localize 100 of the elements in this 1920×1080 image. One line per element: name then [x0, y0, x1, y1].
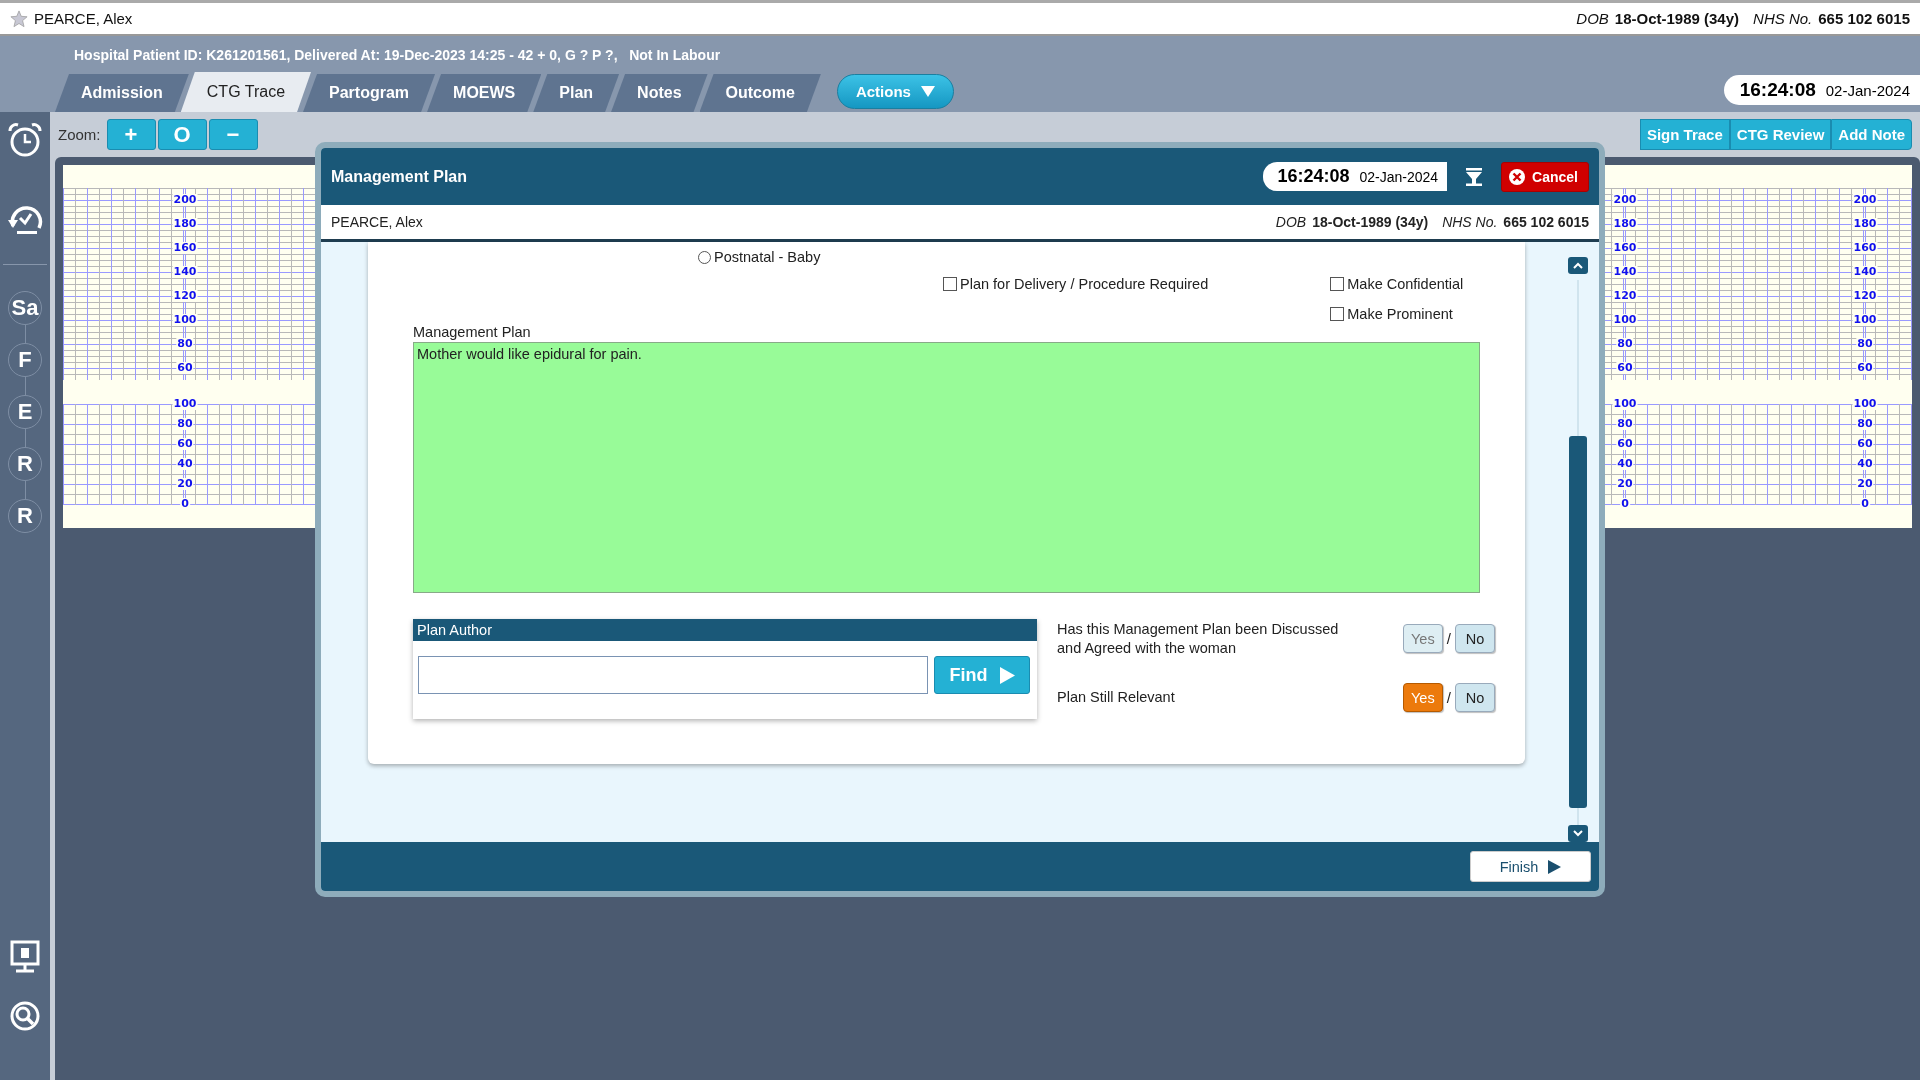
scale-label: 160 [172, 242, 198, 254]
zoom-button[interactable]: + [106, 119, 156, 150]
patient-info: Hospital Patient ID: K261201561, Delivered At: 19-Dec-2023 14:25 - 42 + 0, G ? P ?, Not In Labour [73, 46, 722, 65]
play-icon [999, 666, 1015, 684]
scroll-down-button[interactable] [1568, 824, 1588, 842]
presentation-board-icon[interactable] [10, 940, 40, 974]
find-button[interactable]: Find [934, 656, 1030, 694]
finish-button[interactable]: Finish [1470, 851, 1591, 882]
scale-label: 20 [1616, 478, 1634, 490]
clock: 16:24:08 02-Jan-2024 [1723, 75, 1920, 105]
actions-button[interactable]: Actions [836, 74, 954, 109]
star-icon [10, 9, 28, 28]
field-label: Management Plan [413, 324, 532, 340]
scale-label: 160 [1612, 242, 1638, 254]
search-icon[interactable] [9, 1000, 41, 1032]
scale-label: 100 [1612, 398, 1638, 410]
nhs-label: NHS No. [1753, 10, 1813, 27]
zoom-button[interactable]: O [157, 119, 207, 150]
checkbox[interactable] [943, 277, 957, 291]
nhs-label: NHS No. [1442, 214, 1498, 230]
scale-label: 200 [1612, 194, 1638, 206]
scale-label: 120 [172, 290, 198, 302]
nhs-value: 665 102 6015 [1818, 10, 1910, 27]
tab[interactable]: Plan [533, 74, 620, 112]
scale-label: 20 [176, 478, 194, 490]
scale-label: 60 [1616, 362, 1634, 374]
cancel-button[interactable]: Cancel [1501, 161, 1589, 192]
tab[interactable]: Partogram [303, 74, 436, 112]
scale-label: 60 [1616, 438, 1634, 450]
scale-label: 60 [176, 438, 194, 450]
toolbar-button[interactable]: Add Note [1831, 119, 1912, 150]
checkbox-label: Plan for Delivery / Procedure Required [960, 276, 1209, 292]
checkbox-label: Make Confidential [1347, 276, 1464, 292]
scale-label: 0 [180, 498, 190, 510]
scale-label: 140 [1612, 266, 1638, 278]
toolbar-button[interactable]: CTG Review [1729, 119, 1832, 150]
dob-value: 18-Oct-1989 (34y) [1614, 10, 1740, 27]
scale-label: 100 [172, 398, 198, 410]
scale-label: 140 [1852, 266, 1878, 278]
scale-label: 140 [172, 266, 198, 278]
scale-label: 100 [1852, 398, 1878, 410]
dob-value: 18-Oct-1989 (34y) [1312, 214, 1429, 230]
scale-label: 180 [1612, 218, 1638, 230]
question-text: Has this Management Plan been Discussed and Agreed with the woman [1057, 619, 1340, 658]
clock: 16:24:08 02-Jan-2024 [1263, 162, 1448, 191]
scale-label: 80 [1616, 338, 1634, 350]
close-icon [1508, 167, 1527, 186]
plan-text-area[interactable]: Mother would like epidural for pain. [413, 342, 1480, 593]
separator: / [1446, 630, 1451, 648]
author-field[interactable] [418, 656, 928, 694]
scale-label: 160 [1852, 242, 1878, 254]
tab[interactable]: MOEWS [427, 74, 542, 112]
scale-label: 100 [172, 314, 198, 326]
checkbox[interactable] [1330, 277, 1345, 291]
scale-label: 80 [1856, 338, 1874, 350]
scale-label: 80 [176, 418, 194, 430]
scale-label: 40 [1856, 458, 1874, 470]
toolbar-button[interactable]: Sign Trace [1639, 119, 1730, 150]
choice-button[interactable]: No [1455, 624, 1495, 654]
checkbox[interactable] [1330, 307, 1345, 321]
history-icon[interactable] [7, 204, 43, 236]
scale-label: 60 [1856, 438, 1874, 450]
scale-label: 20 [1856, 478, 1874, 490]
zoom-button[interactable]: − [208, 119, 258, 150]
scale-label: 40 [176, 458, 194, 470]
scale-label: 0 [1860, 498, 1870, 510]
scale-label: 60 [176, 362, 194, 374]
choice-button[interactable]: No [1455, 683, 1495, 713]
patient-name: PEARCE, Alex [34, 10, 133, 27]
question-text: Plan Still Relevant [1057, 688, 1176, 708]
choice-button[interactable]: Yes [1402, 683, 1443, 713]
scale-label: 120 [1852, 290, 1878, 302]
radio-label: Postnatal - Baby [714, 249, 821, 265]
scale-label: 80 [1616, 418, 1634, 430]
chevron-down-icon [1573, 829, 1583, 837]
scale-label: 0 [1620, 498, 1630, 510]
alarm-clock-icon[interactable] [7, 122, 43, 158]
scale-label: 100 [1852, 314, 1878, 326]
nhs-value: 665 102 6015 [1503, 214, 1589, 230]
filter-icon[interactable] [1465, 167, 1484, 186]
scale-label: 180 [1852, 218, 1878, 230]
tab[interactable]: Notes [611, 74, 708, 112]
zoom-label: Zoom: [58, 126, 101, 143]
scale-label: 200 [172, 194, 198, 206]
dob-label: DOB [1275, 214, 1307, 230]
scale-label: 120 [1612, 290, 1638, 302]
scale-label: 200 [1852, 194, 1878, 206]
scrollbar-thumb[interactable] [1569, 435, 1587, 808]
scale-label: 40 [1616, 458, 1634, 470]
chevron-up-icon [1573, 262, 1583, 270]
dob-label: DOB [1576, 10, 1609, 27]
scale-label: 60 [1856, 362, 1874, 374]
tab[interactable]: Admission [55, 74, 189, 112]
play-icon [1548, 859, 1562, 874]
patient-name: PEARCE, Alex [331, 214, 423, 230]
scroll-up-button[interactable] [1568, 257, 1588, 275]
scale-label: 80 [176, 338, 194, 350]
tab[interactable]: Outcome [699, 74, 821, 112]
tab[interactable]: CTG Trace [180, 72, 312, 112]
separator: / [1446, 689, 1451, 707]
